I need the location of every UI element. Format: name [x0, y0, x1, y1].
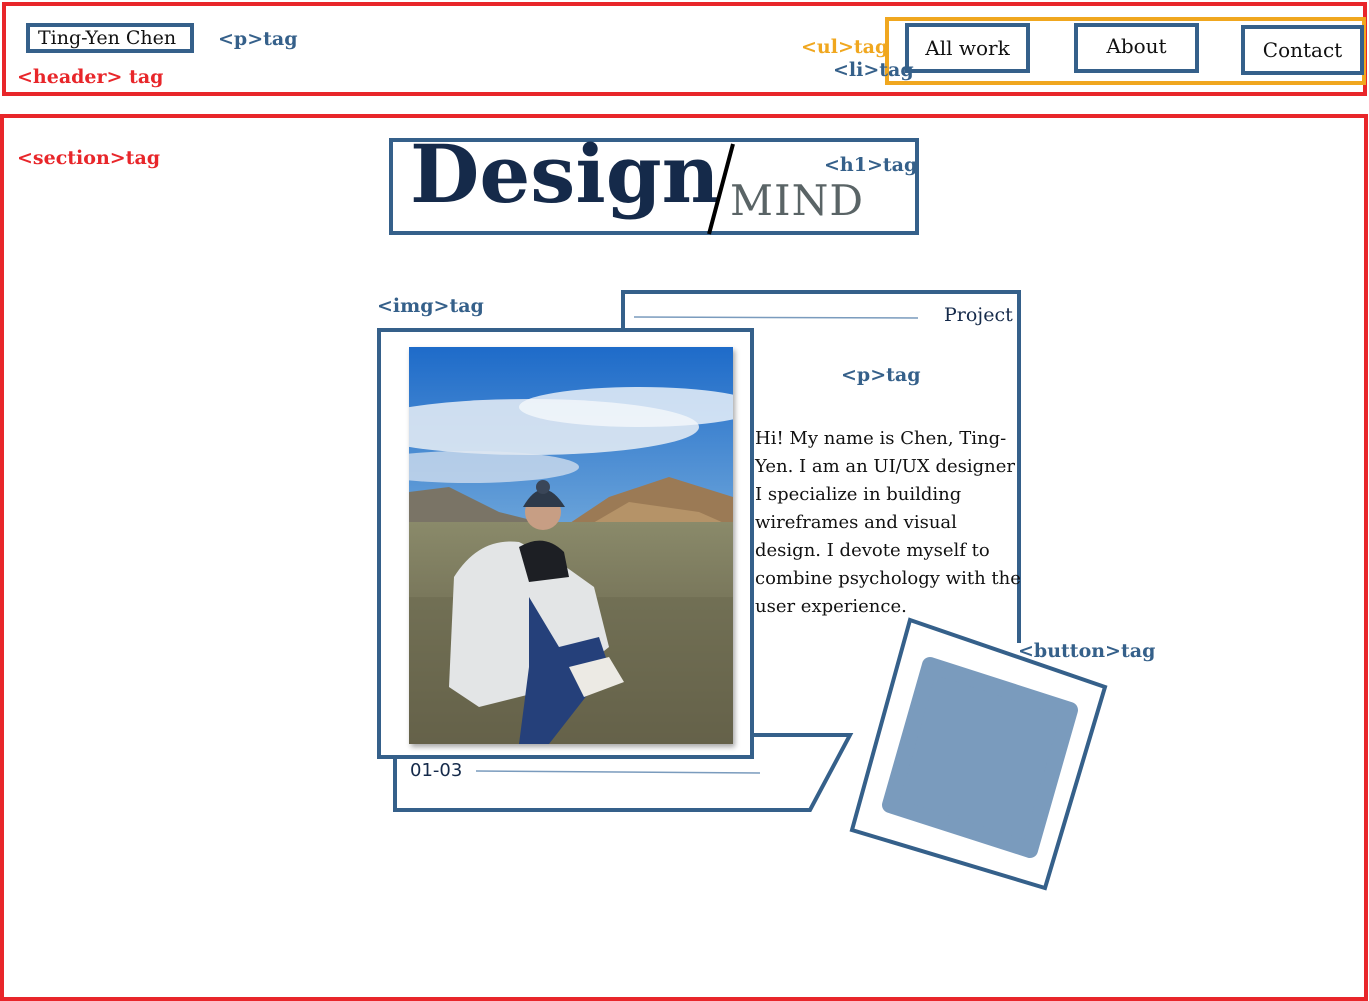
slide-counter: 01-03 [410, 760, 463, 781]
img-tag-annotation: <img>tag [377, 295, 484, 317]
p-tag-annotation-bio: <p>tag [841, 364, 921, 386]
project-label: Project [944, 304, 1013, 326]
button-tag-annotation: <button>tag [1018, 640, 1156, 662]
profile-photo [409, 347, 733, 744]
bio-paragraph: Hi! My name is Chen, Ting-Yen. I am an U… [755, 428, 1021, 617]
